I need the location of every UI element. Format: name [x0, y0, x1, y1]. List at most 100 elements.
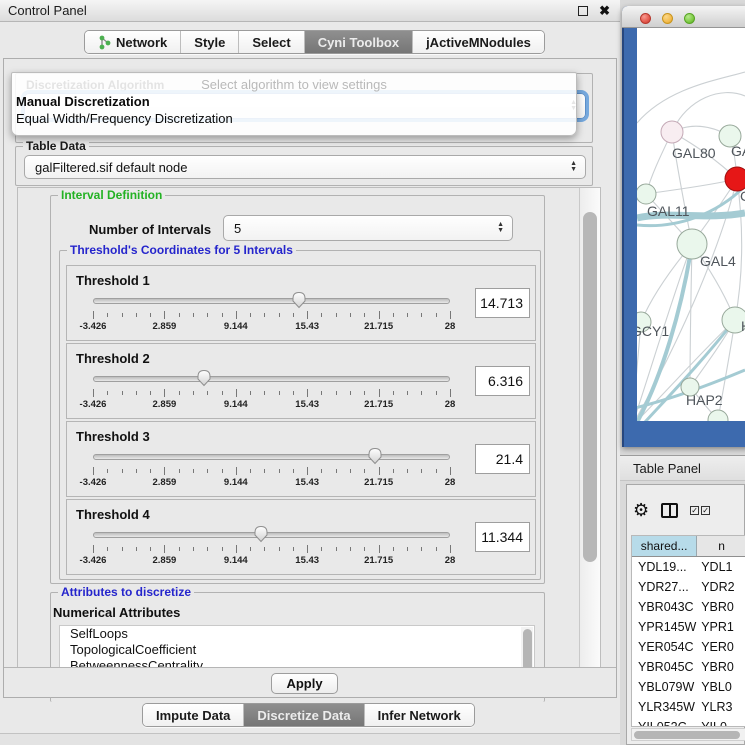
cell-shared-name[interactable]: YBR043C — [632, 597, 697, 617]
node[interactable] — [637, 184, 656, 204]
settings-vertical-scrollbar[interactable] — [579, 188, 600, 668]
cell-name[interactable]: YPR1 — [697, 617, 745, 637]
cell-shared-name[interactable]: YDR27... — [632, 577, 697, 597]
group-title: Threshold's Coordinates for 5 Intervals — [67, 243, 296, 257]
cell-shared-name[interactable]: YDL19... — [632, 557, 697, 577]
node-label: H — [741, 318, 745, 334]
cell-shared-name[interactable]: YIL052C — [632, 717, 697, 727]
attribute-item[interactable]: TopologicalCoefficient — [60, 642, 534, 658]
table-row[interactable]: YDR27...YDR2 — [632, 577, 745, 597]
cell-name[interactable]: YDL1 — [697, 557, 745, 577]
num-intervals-value: 5 — [234, 221, 241, 236]
cell-shared-name[interactable]: YPR145W — [632, 617, 697, 637]
cell-name[interactable]: YBL0 — [697, 677, 745, 697]
checkbox-icon: ✓ — [690, 506, 699, 515]
cell-shared-name[interactable]: YBR045C — [632, 657, 697, 677]
cell-name[interactable]: YBR0 — [697, 597, 745, 617]
dropdown-option[interactable]: Equal Width/Frequency Discretization — [14, 110, 574, 127]
close-traffic-light[interactable] — [640, 13, 651, 24]
threshold-slider[interactable]: -3.4262.8599.14415.4321.71528 — [93, 450, 450, 490]
table-row[interactable]: YPR145WYPR1 — [632, 617, 745, 637]
num-intervals-label: Number of Intervals — [89, 222, 211, 237]
split-columns-icon[interactable] — [661, 503, 678, 518]
cell-name[interactable]: YDR2 — [697, 577, 745, 597]
threshold-value-field[interactable]: 11.344 — [475, 522, 530, 552]
table-panel-title: Table Panel — [633, 461, 701, 476]
node-attribute-table[interactable]: shared... n YDL19...YDL1YDR27...YDR2YBR0… — [631, 535, 745, 727]
threshold-value-field[interactable]: 14.713 — [475, 288, 530, 318]
num-intervals-combobox[interactable]: 5 ▲▼ — [223, 215, 513, 241]
tab-label: Network — [116, 35, 167, 50]
cell-name[interactable]: YER0 — [697, 637, 745, 657]
threshold-slider[interactable]: -3.4262.8599.14415.4321.71528 — [93, 372, 450, 412]
cell-shared-name[interactable]: YER054C — [632, 637, 697, 657]
cell-shared-name[interactable]: YLR345W — [632, 697, 697, 717]
table-row[interactable]: YIL052CYIL0 — [632, 717, 745, 727]
table-row[interactable]: YDL19...YDL1 — [632, 557, 745, 577]
tab-network[interactable]: Network — [85, 31, 181, 53]
tab-infer-network[interactable]: Infer Network — [365, 704, 474, 726]
table-row[interactable]: YLR345WYLR3 — [632, 697, 745, 717]
network-canvas[interactable]: GAL80GAGAL11CGAL4GCY1HHAP2 — [637, 28, 745, 421]
threshold-panel: Threshold 1-3.4262.8599.14415.4321.71528… — [66, 265, 536, 341]
tab-select[interactable]: Select — [239, 31, 304, 53]
tab-label: Infer Network — [378, 708, 461, 723]
dropdown-options: Manual DiscretizationEqual Width/Frequen… — [14, 93, 574, 127]
cyni-toolbox-panel: Discretization Algorithm ▲▼ Select algor… — [3, 58, 617, 698]
threshold-slider[interactable]: -3.4262.8599.14415.4321.71528 — [93, 528, 450, 568]
table-panel: ⚙ ✓ ✓ shared... n YDL19...YDL1YDR27...YD… — [626, 484, 745, 745]
node-label: GAL4 — [700, 253, 736, 269]
thresholds-group: Threshold's Coordinates for 5 Intervals … — [59, 250, 541, 580]
table-data-value: galFiltered.sif default node — [35, 160, 187, 175]
table-row[interactable]: YER054CYER0 — [632, 637, 745, 657]
slider-track[interactable] — [93, 376, 450, 382]
node[interactable] — [661, 121, 683, 143]
network-view-window: GAL80GAGAL11CGAL4GCY1HHAP2 — [622, 6, 745, 447]
table-row[interactable]: YBL079WYBL0 — [632, 677, 745, 697]
attribute-item[interactable]: SelfLoops — [60, 626, 534, 642]
slider-track[interactable] — [93, 454, 450, 460]
column-header-shared-name[interactable]: shared... — [632, 536, 697, 556]
cell-name[interactable]: YLR3 — [697, 697, 745, 717]
threshold-slider[interactable]: -3.4262.8599.14415.4321.71528 — [93, 294, 450, 334]
minimize-traffic-light[interactable] — [662, 13, 673, 24]
window-title: Control Panel — [8, 3, 87, 18]
table-row[interactable]: YBR043CYBR0 — [632, 597, 745, 617]
threshold-value-field[interactable]: 6.316 — [475, 366, 530, 396]
interval-definition-group: Interval Definition Number of Intervals … — [50, 195, 545, 584]
table-data-combobox[interactable]: galFiltered.sif default node ▲▼ — [24, 155, 586, 179]
settings-scrollpane: Interval Definition Number of Intervals … — [17, 187, 601, 669]
tab-impute-data[interactable]: Impute Data — [143, 704, 244, 726]
tab-style[interactable]: Style — [181, 31, 239, 53]
dropdown-placeholder: Select algorithm to view settings — [12, 77, 576, 92]
slider-track[interactable] — [93, 532, 450, 538]
cell-name[interactable]: YIL0 — [697, 717, 745, 727]
tab-cyni-toolbox[interactable]: Cyni Toolbox — [305, 31, 413, 53]
slider-track[interactable] — [93, 298, 450, 304]
bottom-strip — [0, 733, 620, 745]
cell-shared-name[interactable]: YBL079W — [632, 677, 697, 697]
column-header-name[interactable]: n — [697, 536, 745, 556]
select-columns-icon[interactable]: ✓ ✓ — [690, 506, 710, 515]
cell-name[interactable]: YBR0 — [697, 657, 745, 677]
slider-ticks — [93, 389, 450, 397]
float-window-icon[interactable] — [578, 6, 588, 16]
tab-discretize-data[interactable]: Discretize Data — [244, 704, 364, 726]
gear-icon[interactable]: ⚙ — [633, 501, 649, 519]
dropdown-option[interactable]: Manual Discretization — [14, 93, 574, 110]
close-window-icon[interactable]: ✖ — [599, 3, 610, 19]
table-horizontal-scrollbar[interactable] — [631, 728, 745, 741]
tab-jactivemnodules[interactable]: jActiveMNodules — [413, 31, 544, 53]
scrollbar-thumb[interactable] — [523, 629, 532, 671]
table-row[interactable]: YBR045CYBR0 — [632, 657, 745, 677]
threshold-value-field[interactable]: 21.4 — [475, 444, 530, 474]
top-tab-bar: Network StyleSelectCyni ToolboxjActiveMNo… — [84, 30, 545, 54]
node-label: HAP2 — [686, 392, 723, 408]
zoom-traffic-light[interactable] — [684, 13, 695, 24]
scrollbar-thumb[interactable] — [583, 212, 597, 562]
node-label: GAL80 — [672, 145, 716, 161]
control-panel-titlebar: Control Panel ✖ — [0, 0, 620, 22]
network-graph: GAL80GAGAL11CGAL4GCY1HHAP2 — [637, 28, 745, 421]
apply-button[interactable]: Apply — [271, 673, 338, 694]
scrollbar-thumb[interactable] — [634, 731, 740, 739]
